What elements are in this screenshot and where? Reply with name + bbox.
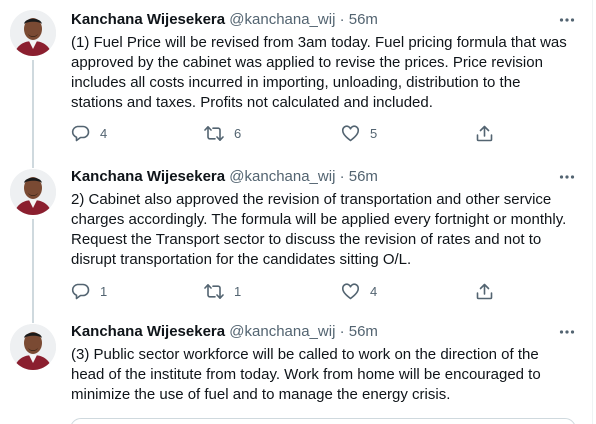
- author-avatar[interactable]: [10, 10, 56, 56]
- more-options-button[interactable]: [556, 166, 578, 188]
- retweet-button[interactable]: 1: [204, 280, 241, 302]
- separator-dot: ·: [339, 11, 345, 28]
- more-options-button[interactable]: [556, 321, 578, 343]
- author-avatar[interactable]: [10, 324, 56, 370]
- tweet-text: (1) Fuel Price will be revised from 3am …: [71, 34, 571, 111]
- like-button[interactable]: 5: [341, 122, 377, 144]
- like-count: 4: [370, 283, 378, 299]
- tweet-text: (3) Public sector workforce will be call…: [71, 346, 545, 403]
- author-name[interactable]: Kanchana Wijesekera: [71, 11, 225, 28]
- more-icon: [559, 330, 575, 334]
- separator-dot: ·: [339, 323, 345, 340]
- tweet-timestamp[interactable]: 56m: [349, 168, 378, 185]
- tweet-timestamp[interactable]: 56m: [349, 323, 378, 340]
- share-icon: [476, 283, 493, 299]
- thread-connector: [32, 219, 34, 323]
- profile-photo: [10, 10, 56, 56]
- embedded-card-edge[interactable]: [70, 418, 576, 424]
- reply-count: 4: [100, 125, 108, 141]
- retweet-icon: [204, 283, 224, 299]
- profile-photo: [10, 324, 56, 370]
- tweet-header: Kanchana Wijesekera @kanchana_wij · 56m: [71, 322, 378, 342]
- reply-icon: [71, 283, 90, 299]
- more-options-button[interactable]: [556, 9, 578, 31]
- more-icon: [559, 18, 575, 22]
- author-handle[interactable]: @kanchana_wij: [229, 323, 335, 340]
- retweet-icon: [204, 125, 224, 141]
- retweet-count: 6: [234, 125, 242, 141]
- heart-icon: [341, 124, 360, 141]
- like-count: 5: [370, 125, 378, 141]
- author-handle[interactable]: @kanchana_wij: [229, 168, 335, 185]
- tweet-3[interactable]: Kanchana Wijesekera @kanchana_wij · 56m …: [0, 315, 590, 424]
- thread-connector: [32, 60, 34, 168]
- author-avatar[interactable]: [10, 169, 56, 215]
- heart-icon: [341, 282, 360, 299]
- reply-icon: [71, 125, 90, 141]
- author-handle[interactable]: @kanchana_wij: [229, 11, 335, 28]
- retweet-count: 1: [234, 283, 242, 299]
- tweet-text: 2) Cabinet also approved the revision of…: [71, 191, 571, 268]
- timeline-border: [592, 0, 593, 424]
- profile-photo: [10, 169, 56, 215]
- tweet-thread: Kanchana Wijesekera @kanchana_wij · 56m …: [0, 0, 596, 424]
- separator-dot: ·: [339, 168, 345, 185]
- reply-button[interactable]: 1: [71, 280, 107, 302]
- reply-count: 1: [100, 283, 108, 299]
- share-button[interactable]: [475, 280, 494, 302]
- tweet-1[interactable]: Kanchana Wijesekera @kanchana_wij · 56m …: [0, 0, 590, 168]
- tweet-timestamp[interactable]: 56m: [349, 11, 378, 28]
- like-button[interactable]: 4: [341, 280, 377, 302]
- tweet-header: Kanchana Wijesekera @kanchana_wij · 56m: [71, 10, 378, 30]
- tweet-actions: 4 6 5: [71, 122, 501, 144]
- more-icon: [559, 175, 575, 179]
- share-button[interactable]: [475, 122, 494, 144]
- share-icon: [476, 125, 493, 141]
- retweet-button[interactable]: 6: [204, 122, 241, 144]
- tweet-2[interactable]: Kanchana Wijesekera @kanchana_wij · 56m …: [0, 160, 590, 323]
- tweet-header: Kanchana Wijesekera @kanchana_wij · 56m: [71, 167, 378, 187]
- reply-button[interactable]: 4: [71, 122, 107, 144]
- tweet-actions: 1 1 4: [71, 280, 501, 302]
- author-name[interactable]: Kanchana Wijesekera: [71, 323, 225, 340]
- author-name[interactable]: Kanchana Wijesekera: [71, 168, 225, 185]
